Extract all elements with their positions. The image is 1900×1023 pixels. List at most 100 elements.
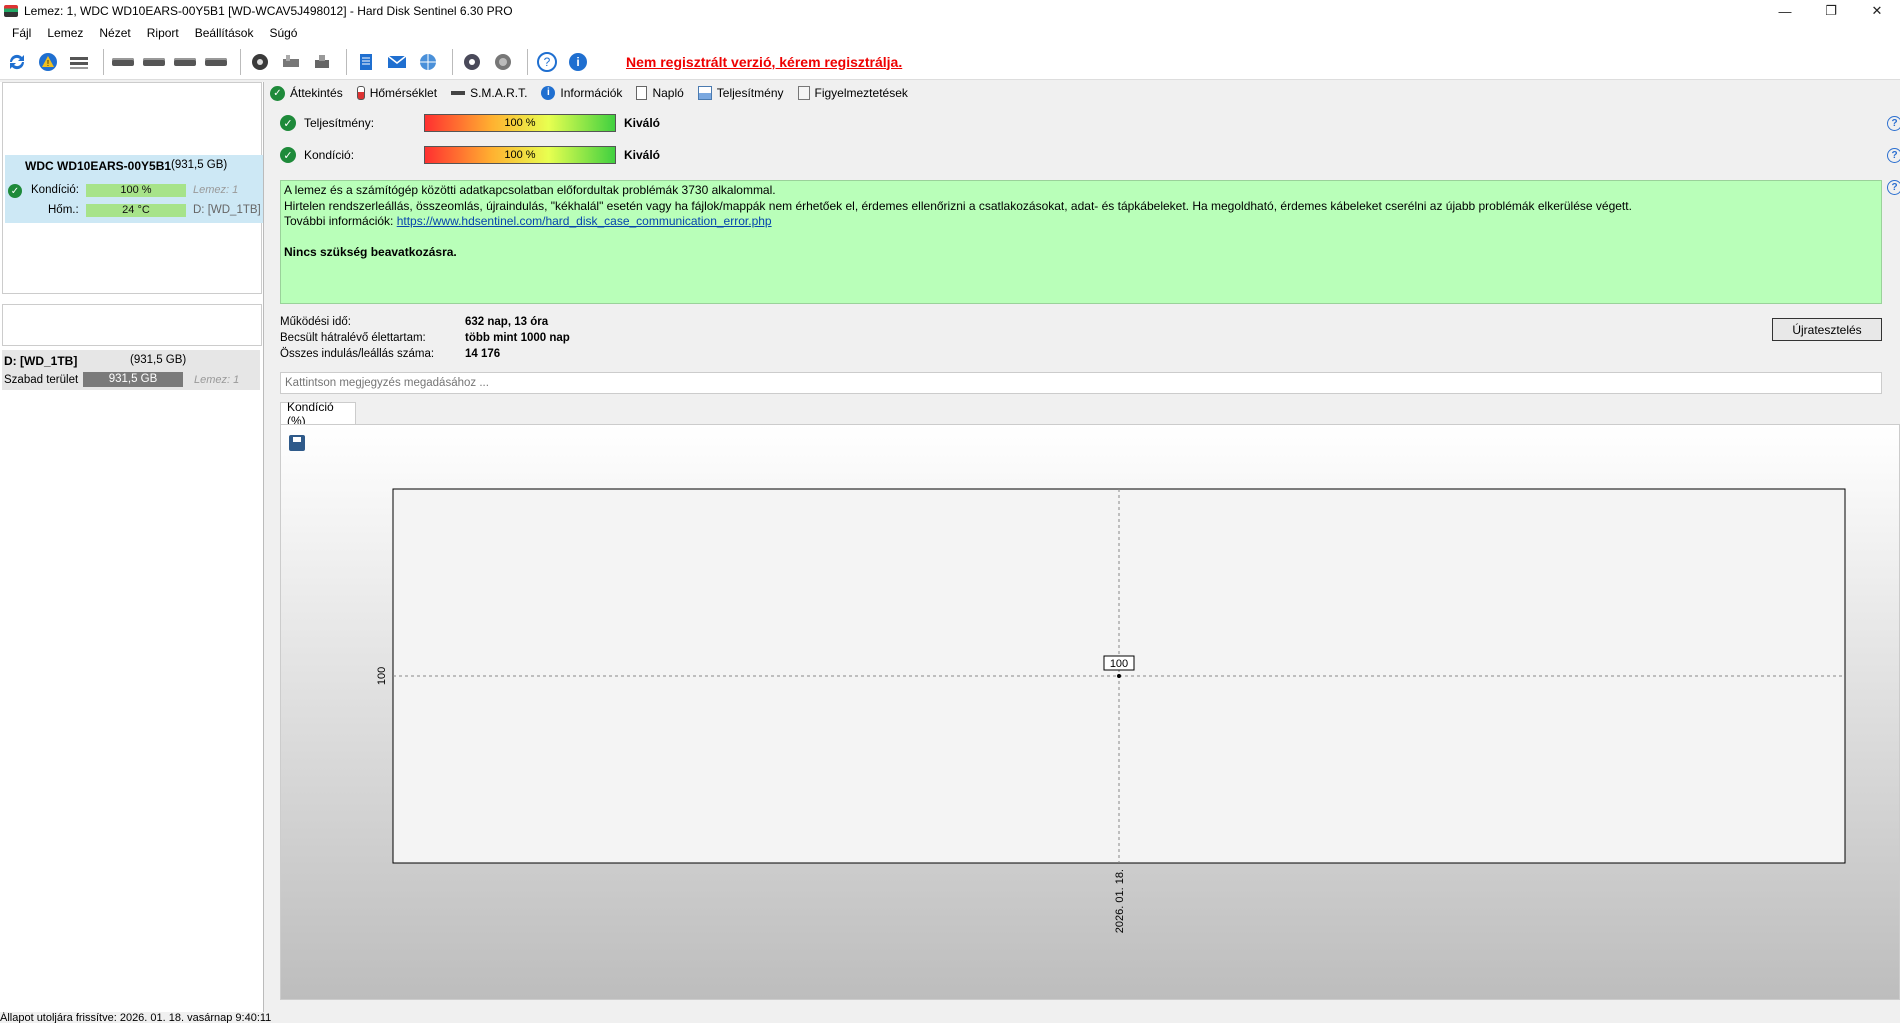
sound-icon[interactable]: [490, 49, 516, 75]
toolbar: ! ? i Nem regisztrált verzió, kérem regi…: [0, 44, 1900, 80]
menu-report[interactable]: Riport: [139, 26, 187, 40]
mail-icon[interactable]: [384, 49, 410, 75]
info-row: Működési idő: 632 nap, 13 óra: [280, 316, 548, 332]
tab-label: Teljesítmény: [716, 86, 784, 100]
tab-alerts[interactable]: Figyelmeztetések: [797, 86, 908, 100]
info-value: 14 176: [465, 348, 501, 360]
message-prefix: További információk:: [284, 214, 397, 228]
menu-bar: Fájl Lemez Nézet Riport Beállítások Súgó: [0, 22, 1900, 44]
condition-chart: 100 100 2026. 01. 18.: [376, 488, 1846, 933]
condition-label: Kondíció:: [304, 148, 355, 162]
condition-rating: Kiváló: [624, 148, 661, 162]
tab-label: S.M.A.R.T.: [470, 86, 528, 100]
tab-label: Információk: [560, 86, 623, 100]
disk-list-icon[interactable]: [66, 49, 92, 75]
disk-check-icon[interactable]: [172, 49, 198, 75]
menu-settings[interactable]: Beállítások: [187, 26, 262, 40]
more-info-link[interactable]: https://www.hdsentinel.com/hard_disk_cas…: [397, 214, 772, 228]
performance-rating: Kiváló: [624, 116, 661, 130]
document-icon: [636, 86, 648, 100]
performance-label: Teljesítmény:: [304, 116, 375, 130]
disk-search-icon[interactable]: [203, 49, 229, 75]
menu-file[interactable]: Fájl: [4, 26, 39, 40]
x-tick-label: 2026. 01. 18.: [1114, 869, 1126, 933]
report-icon[interactable]: [353, 49, 379, 75]
toolbar-separator: [346, 48, 347, 75]
alerts-document-icon: [797, 86, 810, 100]
tab-condition-graph[interactable]: Kondíció (%): [280, 400, 356, 428]
free-space-bar: 931,5 GB: [83, 372, 183, 387]
volume-name: D: [WD_1TB]: [4, 354, 78, 368]
maximize-button[interactable]: ❐: [1808, 0, 1854, 22]
disk-clock-icon[interactable]: [141, 49, 167, 75]
temp-label: Hőm.:: [48, 204, 79, 216]
minimize-button[interactable]: —: [1762, 0, 1808, 22]
tab-smart[interactable]: S.M.A.R.T.: [451, 86, 527, 100]
registration-warning-link[interactable]: Nem regisztrált verzió, kérem regisztrál…: [626, 54, 902, 70]
menu-view[interactable]: Nézet: [91, 26, 138, 40]
smart-disk-icon: [451, 91, 466, 95]
performance-row: ✓ Teljesítmény: 100 % Kiváló: [280, 113, 660, 133]
window-controls: — ❐ ✕: [1762, 0, 1900, 22]
message-line: Hirtelen rendszerleállás, összeomlás, új…: [284, 198, 1632, 213]
window-title: Lemez: 1, WDC WD10EARS-00Y5B1 [WD-WCAV5J…: [24, 4, 513, 18]
disk-entry[interactable]: WDC WD10EARS-00Y5B1 (931,5 GB) ✓ Kondíci…: [5, 155, 263, 223]
tab-log[interactable]: Napló: [636, 86, 684, 100]
thermometer-icon: [356, 86, 365, 100]
info-value: 632 nap, 13 óra: [465, 316, 549, 328]
volume-entry[interactable]: D: [WD_1TB] (931,5 GB) Szabad terület 93…: [2, 350, 260, 390]
condition-bar: 100 %: [86, 184, 186, 197]
help-icon[interactable]: ?: [1887, 116, 1900, 131]
toolbar-separator: [240, 48, 241, 75]
tab-temperature[interactable]: Hőmérséklet: [356, 86, 437, 100]
disk-name: WDC WD10EARS-00Y5B1: [25, 159, 172, 173]
data-point: [1117, 674, 1121, 678]
app-icon: [4, 5, 18, 17]
tab-label: Áttekintés: [290, 86, 343, 100]
status-bar: Állapot utoljára frissítve: 2026. 01. 18…: [0, 1012, 1900, 1023]
menu-disk[interactable]: Lemez: [39, 26, 91, 40]
data-label: 100: [1110, 658, 1128, 670]
settings-gear-icon[interactable]: [459, 49, 485, 75]
svg-text:?: ?: [544, 55, 551, 69]
disk-ref: Lemez: 1: [193, 184, 239, 196]
condition-label: Kondíció:: [31, 184, 79, 196]
disk-test-icon[interactable]: [247, 49, 273, 75]
toolbar-separator: [527, 48, 528, 75]
drive-ref: D: [WD_1TB]: [193, 204, 261, 216]
refresh-warning-icon[interactable]: !: [35, 49, 61, 75]
tab-info[interactable]: i Információk: [541, 86, 622, 100]
y-tick-label: 100: [376, 667, 388, 685]
retest-button[interactable]: Újratesztelés: [1772, 318, 1882, 341]
tab-performance[interactable]: Teljesítmény: [697, 86, 784, 100]
network-icon[interactable]: [415, 49, 441, 75]
disk-tools-icon[interactable]: [278, 49, 304, 75]
note-input[interactable]: [280, 372, 1882, 394]
tab-bar: ✓ Áttekintés Hőmérséklet S.M.A.R.T. i In…: [270, 82, 922, 104]
tab-overview[interactable]: ✓ Áttekintés: [270, 85, 343, 101]
menu-help[interactable]: Súgó: [261, 26, 305, 40]
disk-list-panel: WDC WD10EARS-00Y5B1 (931,5 GB) ✓ Kondíci…: [2, 82, 263, 294]
disk-copy-icon[interactable]: [309, 49, 335, 75]
info-value: több mint 1000 nap: [465, 332, 570, 344]
message-line: A lemez és a számítógép közötti adatkapc…: [284, 183, 776, 197]
condition-ok-icon: ✓: [280, 147, 296, 163]
refresh-icon[interactable]: [4, 49, 30, 75]
info-icon[interactable]: i: [565, 49, 591, 75]
info-label: Működési idő:: [280, 316, 351, 328]
toolbar-separator: [452, 48, 453, 75]
help-icon[interactable]: ?: [1887, 180, 1900, 195]
graph-area: 100 100 2026. 01. 18.: [280, 424, 1900, 1000]
help-icon[interactable]: ?: [1887, 148, 1900, 163]
tab-label: Napló: [652, 86, 684, 100]
disk-icon[interactable]: [110, 49, 136, 75]
temp-bar: 24 °C: [86, 204, 186, 217]
close-button[interactable]: ✕: [1854, 0, 1900, 22]
info-row: Becsült hátralévő élettartam: több mint …: [280, 332, 570, 348]
help-icon[interactable]: ?: [534, 49, 560, 75]
volume-panel-header: [2, 304, 262, 346]
volume-disk-ref: Lemez: 1: [194, 374, 240, 386]
info-row: Összes indulás/leállás száma: 14 176: [280, 348, 500, 364]
main-area: ✓ Áttekintés Hőmérséklet S.M.A.R.T. i In…: [270, 82, 1900, 1012]
